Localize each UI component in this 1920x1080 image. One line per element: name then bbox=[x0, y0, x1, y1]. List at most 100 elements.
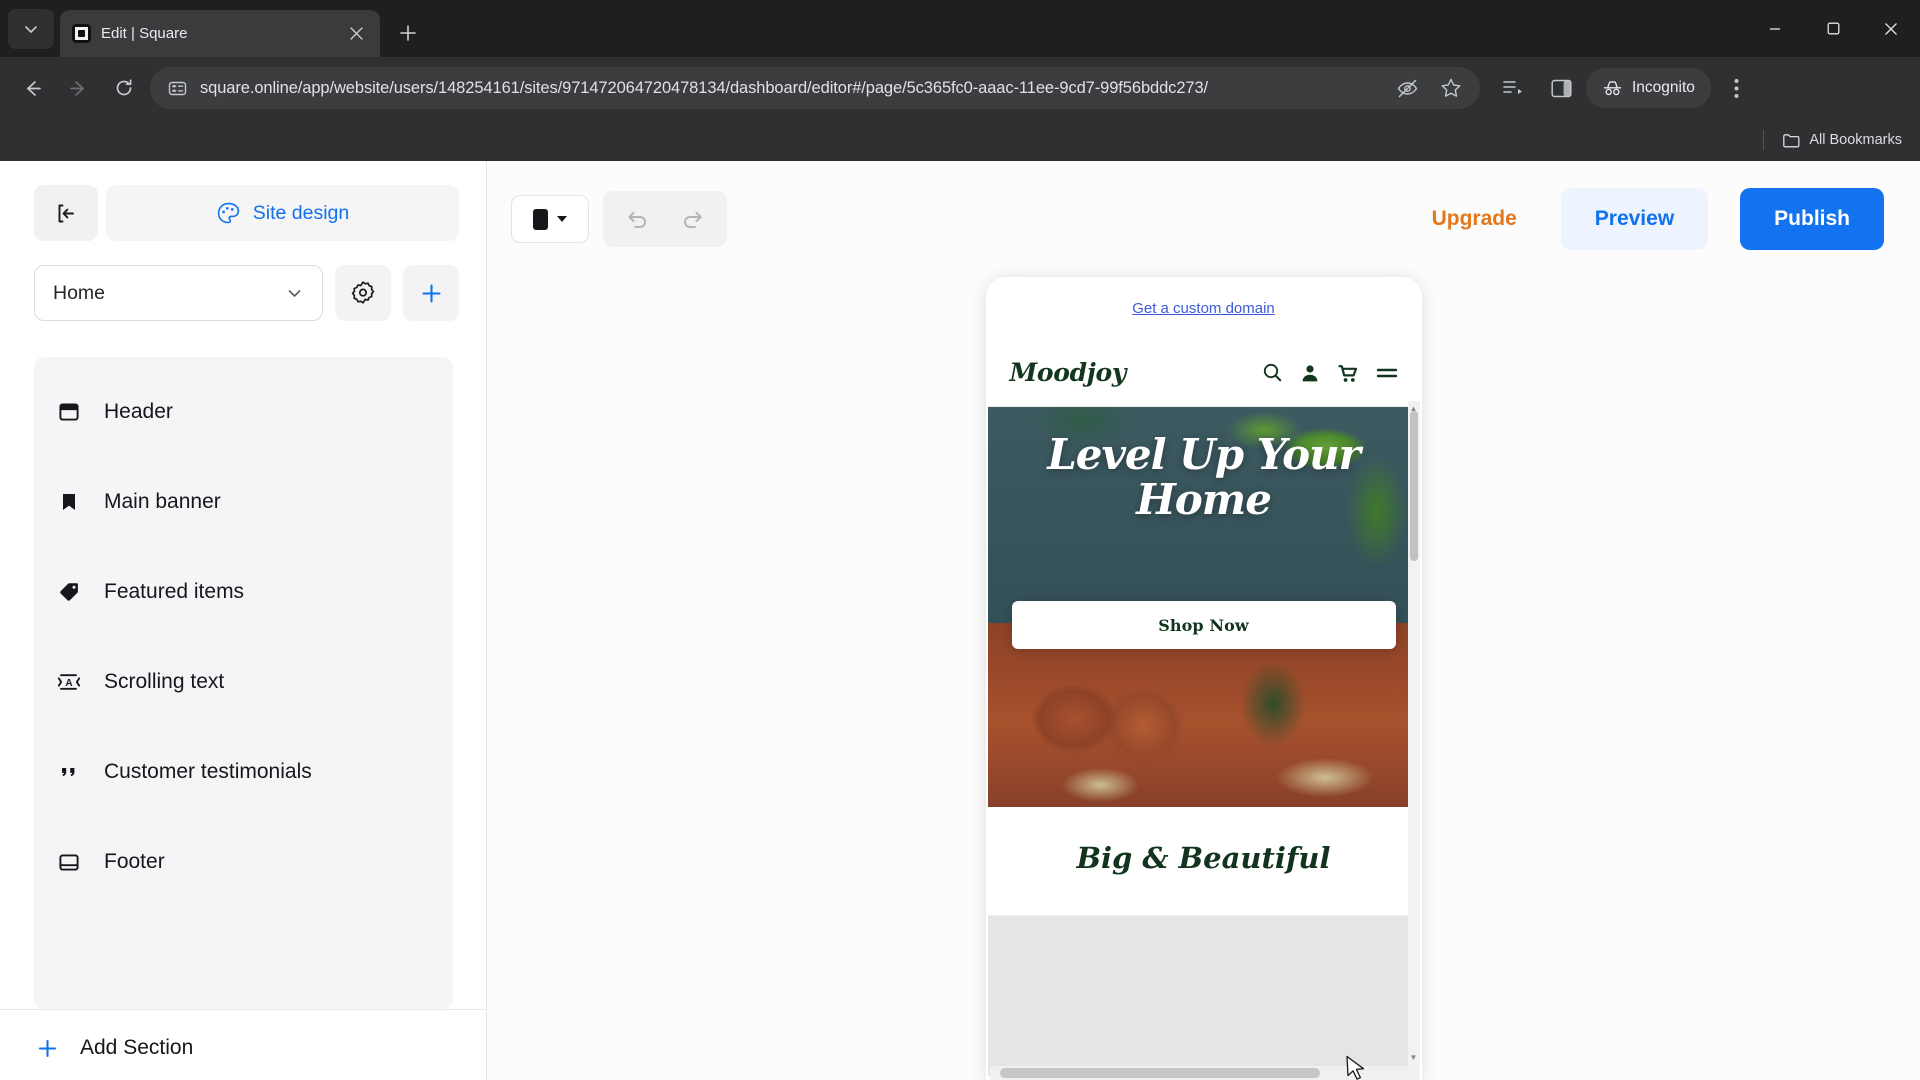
site-design-label: Site design bbox=[252, 201, 350, 224]
divider bbox=[1763, 130, 1765, 150]
banner-heading: Level Up Your Home bbox=[988, 430, 1420, 524]
featured-heading: Big & Beautiful bbox=[1076, 841, 1331, 875]
left-panel-header: Site design bbox=[0, 161, 487, 251]
incognito-icon bbox=[1602, 78, 1623, 99]
undo-redo-group bbox=[603, 191, 727, 247]
sidebar-item-main-banner[interactable]: Main banner bbox=[34, 457, 453, 547]
get-custom-domain-link[interactable]: Get a custom domain bbox=[1132, 300, 1275, 317]
shop-now-label: Shop Now bbox=[1158, 615, 1249, 635]
sidebar-item-footer[interactable]: Footer bbox=[34, 817, 453, 907]
page-info-icon[interactable] bbox=[166, 77, 188, 99]
svg-text:A: A bbox=[65, 678, 72, 689]
collapse-panel-icon[interactable] bbox=[34, 185, 98, 241]
star-icon[interactable] bbox=[1438, 75, 1464, 101]
preview-viewport: Moodjoy Level Up Your Home Shop Now Big … bbox=[987, 339, 1420, 1080]
sidebar-item-header[interactable]: Header bbox=[34, 367, 453, 457]
main-banner-section[interactable]: Level Up Your Home Shop Now bbox=[987, 407, 1420, 807]
chevron-down-icon bbox=[285, 284, 304, 303]
page-settings-button[interactable] bbox=[335, 265, 391, 321]
add-section-button[interactable]: Add Section bbox=[0, 1009, 487, 1080]
address-bar[interactable]: square.online/app/website/users/14825416… bbox=[150, 67, 1480, 109]
site-design-button[interactable]: Site design bbox=[106, 185, 459, 241]
reading-list-icon[interactable] bbox=[1500, 75, 1526, 101]
cart-icon[interactable] bbox=[1337, 363, 1359, 383]
gear-icon bbox=[350, 280, 376, 306]
banner-background-bottom bbox=[987, 623, 1420, 807]
kebab-menu-icon[interactable] bbox=[1717, 68, 1757, 108]
undo-arrow-icon[interactable] bbox=[609, 191, 665, 247]
bookmarks-bar: All Bookmarks bbox=[0, 119, 1920, 161]
browser-tab[interactable]: Edit | Square bbox=[60, 10, 380, 57]
publish-button[interactable]: Publish bbox=[1740, 188, 1884, 250]
sections-list: Header Main banner Featured items A Scro… bbox=[34, 357, 453, 917]
chevron-down-icon[interactable]: ▼ bbox=[1408, 1050, 1420, 1064]
minimize-icon[interactable] bbox=[1746, 0, 1804, 57]
tab-search-button[interactable] bbox=[8, 9, 54, 49]
forward-arrow-icon[interactable] bbox=[58, 68, 98, 108]
sidebar-item-featured-items[interactable]: Featured items bbox=[34, 547, 453, 637]
search-icon[interactable] bbox=[1262, 362, 1283, 383]
sidebar-item-label: Featured items bbox=[104, 580, 245, 603]
eye-slash-icon[interactable] bbox=[1394, 75, 1420, 101]
side-panel-icon[interactable] bbox=[1548, 75, 1574, 101]
plus-icon bbox=[419, 281, 444, 306]
square-logo-icon bbox=[72, 24, 91, 43]
close-icon[interactable] bbox=[344, 22, 368, 46]
tab-strip: Edit | Square bbox=[0, 0, 1920, 57]
url-text[interactable]: square.online/app/website/users/14825416… bbox=[200, 79, 1372, 98]
reload-icon[interactable] bbox=[104, 68, 144, 108]
redo-arrow-icon[interactable] bbox=[665, 191, 721, 247]
next-section-placeholder bbox=[987, 916, 1420, 1076]
canvas-body: Get a custom domain Moodjoy Level Up You… bbox=[487, 277, 1920, 1080]
palette-icon bbox=[216, 201, 241, 226]
sidebar-item-label: Customer testimonials bbox=[104, 760, 312, 783]
mouse-cursor bbox=[1346, 1055, 1365, 1080]
shop-now-button[interactable]: Shop Now bbox=[1011, 601, 1396, 649]
account-icon[interactable] bbox=[1300, 363, 1320, 383]
marquee-text-icon: A bbox=[56, 671, 82, 693]
device-selector[interactable] bbox=[511, 195, 589, 243]
upgrade-button[interactable]: Upgrade bbox=[1410, 207, 1539, 231]
incognito-label: Incognito bbox=[1632, 79, 1695, 96]
site-header: Moodjoy bbox=[987, 339, 1420, 407]
back-arrow-icon[interactable] bbox=[12, 68, 52, 108]
banner-heading-line2: Home bbox=[1136, 474, 1272, 524]
editor-canvas: Upgrade Preview Publish Get a custom dom… bbox=[487, 161, 1920, 1080]
page-controls-row: Home bbox=[0, 251, 487, 321]
preview-button[interactable]: Preview bbox=[1560, 188, 1709, 250]
scrollbar-thumb[interactable] bbox=[999, 1068, 1320, 1078]
new-tab-button[interactable] bbox=[390, 15, 426, 51]
tab-title: Edit | Square bbox=[101, 25, 188, 42]
sidebar-item-scrolling-text[interactable]: A Scrolling text bbox=[34, 637, 453, 727]
maximize-icon[interactable] bbox=[1804, 0, 1862, 57]
close-window-icon[interactable] bbox=[1862, 0, 1920, 57]
canvas-toolbar: Upgrade Preview Publish bbox=[487, 161, 1920, 277]
mobile-device-icon bbox=[533, 208, 548, 230]
all-bookmarks-label: All Bookmarks bbox=[1809, 132, 1902, 148]
site-header-icons bbox=[1262, 362, 1398, 383]
mobile-preview-frame: Get a custom domain Moodjoy Level Up You… bbox=[985, 277, 1422, 1080]
browser-toolbar: square.online/app/website/users/14825416… bbox=[0, 57, 1920, 119]
site-brand: Moodjoy bbox=[1009, 358, 1127, 387]
sidebar-item-customer-testimonials[interactable]: Customer testimonials bbox=[34, 727, 453, 817]
banner-heading-line1: Level Up Your bbox=[1047, 430, 1361, 479]
all-bookmarks-button[interactable]: All Bookmarks bbox=[1782, 131, 1902, 150]
window-controls bbox=[1746, 0, 1920, 57]
plus-icon bbox=[34, 1037, 60, 1060]
add-page-button[interactable] bbox=[403, 265, 459, 321]
tag-icon bbox=[56, 581, 82, 603]
incognito-indicator[interactable]: Incognito bbox=[1586, 68, 1711, 108]
square-editor: Site design Home Header Main banner Feat… bbox=[0, 161, 1920, 1080]
chevron-down-icon bbox=[557, 216, 567, 222]
browser-window: Edit | Square square.online/app/website/… bbox=[0, 0, 1920, 1080]
sidebar-item-label: Footer bbox=[104, 850, 165, 873]
page-selector[interactable]: Home bbox=[34, 265, 323, 321]
folder-icon bbox=[1782, 131, 1801, 150]
add-section-label: Add Section bbox=[80, 1036, 194, 1059]
sections-panel: Header Main banner Featured items A Scro… bbox=[34, 357, 453, 1009]
header-layout-icon bbox=[56, 401, 82, 423]
hamburger-menu-icon[interactable] bbox=[1376, 365, 1398, 381]
featured-items-section[interactable]: Big & Beautiful bbox=[987, 807, 1420, 916]
sidebar-item-label: Scrolling text bbox=[104, 670, 225, 693]
custom-domain-bar: Get a custom domain bbox=[985, 277, 1422, 339]
